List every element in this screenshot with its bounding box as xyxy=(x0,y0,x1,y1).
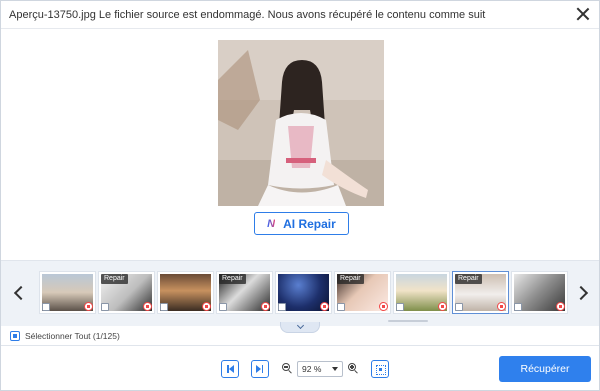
thumbnail-checkbox[interactable] xyxy=(101,303,109,311)
trash-icon[interactable] xyxy=(438,302,447,311)
chevron-left-icon[interactable] xyxy=(12,285,24,301)
recovery-preview-window: Aperçu-13750.jpg Le fichier source est e… xyxy=(0,0,600,391)
thumbnail-item[interactable] xyxy=(39,271,96,314)
trash-icon[interactable] xyxy=(202,302,211,311)
select-all-label: Sélectionner Tout (1/125) xyxy=(25,330,120,341)
ai-repair-label: AI Repair xyxy=(283,216,336,231)
caret-down-icon xyxy=(332,367,338,371)
thumbnail-item[interactable]: Repair xyxy=(334,271,391,314)
repair-badge: Repair xyxy=(219,274,246,284)
thumbnail-scrollbar[interactable] xyxy=(388,320,428,322)
thumbnail-item[interactable] xyxy=(157,271,214,314)
thumbnail-checkbox[interactable] xyxy=(42,303,50,311)
fit-screen-icon[interactable] xyxy=(371,360,389,378)
trash-icon[interactable] xyxy=(143,302,152,311)
repair-badge: Repair xyxy=(101,274,128,284)
thumbnail-item[interactable] xyxy=(275,271,332,314)
recover-button[interactable]: Récupérer xyxy=(499,356,591,382)
trash-icon[interactable] xyxy=(261,302,270,311)
thumbnail-list: Repair Repair Repair Repair xyxy=(33,271,569,315)
repair-badge: Repair xyxy=(337,274,364,284)
close-icon[interactable] xyxy=(575,6,591,22)
thumbnail-item[interactable] xyxy=(511,271,568,314)
trash-icon[interactable] xyxy=(84,302,93,311)
trash-icon[interactable] xyxy=(320,302,329,311)
trash-icon[interactable] xyxy=(379,302,388,311)
thumbnail-item[interactable] xyxy=(393,271,450,314)
preview-image xyxy=(218,40,384,206)
thumbnail-checkbox[interactable] xyxy=(396,303,404,311)
chevron-right-icon[interactable] xyxy=(576,285,588,301)
title-bar: Aperçu-13750.jpg Le fichier source est e… xyxy=(1,1,599,28)
thumbnail-strip: Repair Repair Repair Repair xyxy=(1,260,599,333)
ai-repair-icon: N xyxy=(267,217,276,230)
thumbnail-checkbox[interactable] xyxy=(278,303,286,311)
zoom-value: 92 % xyxy=(302,364,322,374)
repair-badge: Repair xyxy=(455,274,482,284)
skip-last-icon[interactable] xyxy=(251,360,269,378)
zoom-select[interactable]: 92 % xyxy=(297,361,343,377)
window-title: Aperçu-13750.jpg Le fichier source est e… xyxy=(9,8,486,21)
thumbnail-item-selected[interactable]: Repair xyxy=(452,271,509,314)
zoom-out-icon[interactable] xyxy=(282,363,293,374)
select-all-checkbox[interactable] xyxy=(10,330,20,341)
trash-icon[interactable] xyxy=(556,302,565,311)
thumbnail-checkbox[interactable] xyxy=(455,303,463,311)
thumbnail-checkbox[interactable] xyxy=(219,303,227,311)
thumbnail-checkbox[interactable] xyxy=(337,303,345,311)
image-preview-area: N AI Repair xyxy=(1,28,599,260)
thumbnail-item[interactable]: Repair xyxy=(98,271,155,314)
zoom-in-icon[interactable] xyxy=(348,363,359,374)
thumbnail-checkbox[interactable] xyxy=(514,303,522,311)
select-all-row: Sélectionner Tout (1/125) xyxy=(1,326,599,346)
skip-first-icon[interactable] xyxy=(221,360,239,378)
bottom-toolbar: 92 % Récupérer xyxy=(1,347,599,391)
thumbnail-item[interactable]: Repair xyxy=(216,271,273,314)
thumbnail-checkbox[interactable] xyxy=(160,303,168,311)
trash-icon[interactable] xyxy=(497,302,506,311)
ai-repair-button[interactable]: N AI Repair xyxy=(254,212,349,235)
